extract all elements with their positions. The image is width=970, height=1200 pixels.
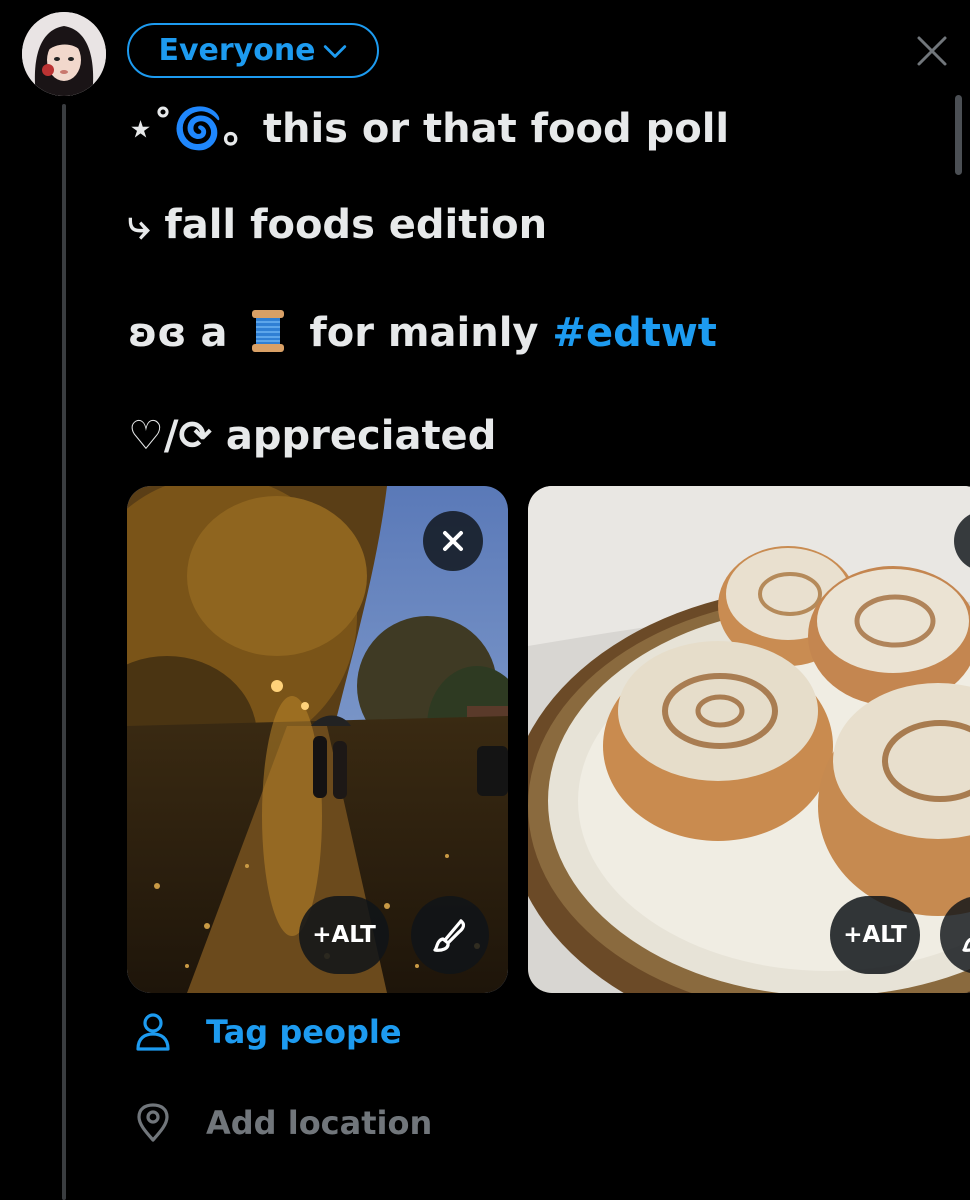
post-text-middle: for mainly [309, 310, 553, 356]
media-attachment-1[interactable]: +ALT [127, 486, 508, 993]
post-text-line-4[interactable]: ♡/⟳ appreciated [128, 413, 496, 459]
tag-people-button[interactable]: Tag people [135, 1012, 402, 1052]
person-icon [136, 1013, 170, 1051]
paintbrush-icon [962, 937, 970, 952]
close-icon [443, 531, 463, 551]
close-icon[interactable] [913, 32, 951, 70]
post-text-line-1[interactable]: ⋆˚🌀。this or that food poll [128, 96, 729, 154]
add-alt-text-button[interactable]: +ALT [299, 896, 389, 974]
scrollbar[interactable] [955, 95, 962, 175]
spool-of-thread-emoji-icon [252, 310, 285, 352]
paintbrush-icon [433, 919, 466, 952]
add-location-button[interactable]: Add location [135, 1103, 432, 1143]
avatar-image [22, 12, 106, 96]
hashtag-link[interactable]: #edtwt [552, 310, 716, 356]
post-text-line-2[interactable]: ⤷ fall foods edition [128, 202, 547, 248]
post-text-prefix: ʚɞ a [128, 310, 228, 356]
media-attachment-2[interactable]: +ALT [528, 486, 970, 993]
post-text-line-3[interactable]: ʚɞ a for mainly #edtwt [128, 308, 717, 356]
remove-media-button[interactable] [423, 511, 483, 571]
add-location-label: Add location [206, 1104, 433, 1142]
chevron-down-icon [323, 44, 346, 58]
audience-selector-button[interactable]: Everyone [127, 23, 379, 78]
location-pin-icon [137, 1103, 169, 1142]
edit-media-button[interactable] [411, 896, 489, 974]
audience-label: Everyone [158, 33, 316, 68]
thread-line [62, 104, 66, 1200]
avatar[interactable] [22, 12, 106, 96]
tag-people-label: Tag people [206, 1013, 402, 1051]
add-alt-text-button[interactable]: +ALT [830, 896, 920, 974]
